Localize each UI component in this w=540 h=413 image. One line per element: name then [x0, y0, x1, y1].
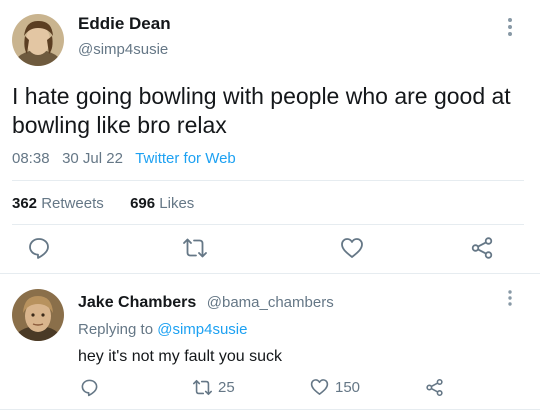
tweet-stats: 362 Retweets 696 Likes — [12, 195, 194, 212]
tweet-source-link[interactable]: Twitter for Web — [135, 150, 236, 167]
reply-text: hey it's not my fault you suck — [78, 348, 283, 365]
author-handle[interactable]: @simp4susie — [78, 41, 168, 58]
divider — [0, 273, 540, 274]
reply-retweet-button[interactable]: 25 — [192, 378, 235, 397]
reply-header: Jake Chambers @bama_chambers — [78, 294, 334, 312]
reply-author-handle[interactable]: @bama_chambers — [207, 294, 334, 311]
reply-like-button[interactable]: 150 — [310, 378, 360, 396]
likes-label: Likes — [159, 195, 195, 212]
divider — [12, 224, 524, 225]
retweets-label: Retweets — [41, 195, 104, 212]
reply-like-count: 150 — [335, 378, 361, 396]
replying-to-handle[interactable]: @simp4susie — [157, 321, 247, 338]
reply-author-avatar[interactable] — [12, 289, 64, 341]
replying-to-label: Replying to — [78, 321, 154, 338]
author-name[interactable]: Eddie Dean — [78, 14, 171, 34]
replying-to-line: Replying to @simp4susie — [78, 321, 247, 338]
retweets-count: 362 — [12, 195, 38, 212]
like-icon[interactable] — [340, 237, 364, 259]
reply-share-icon[interactable] — [425, 378, 444, 397]
tweet-date: 30 Jul 22 — [62, 150, 123, 167]
tweet-meta: 08:38 30 Jul 22 Twitter for Web — [12, 150, 236, 167]
more-options-icon[interactable] — [502, 16, 518, 38]
reply-like-icon — [310, 378, 329, 396]
author-avatar[interactable] — [12, 14, 64, 66]
divider — [0, 409, 540, 410]
retweet-icon[interactable] — [182, 236, 208, 260]
likes-stat[interactable]: 696 Likes — [130, 195, 194, 212]
divider — [12, 180, 524, 181]
reply-retweet-count: 25 — [218, 379, 235, 396]
tweet-time: 08:38 — [12, 150, 50, 167]
tweet-text: I hate going bowling with people who are… — [12, 83, 511, 138]
reply-retweet-icon — [192, 378, 213, 397]
reply-author-name[interactable]: Jake Chambers — [78, 294, 196, 311]
likes-count: 696 — [130, 195, 156, 212]
reply-more-options-icon[interactable] — [503, 289, 517, 307]
share-icon[interactable] — [470, 236, 494, 260]
reply-icon[interactable] — [27, 236, 51, 260]
retweets-stat[interactable]: 362 Retweets — [12, 195, 108, 212]
reply-reply-icon[interactable] — [80, 378, 99, 397]
